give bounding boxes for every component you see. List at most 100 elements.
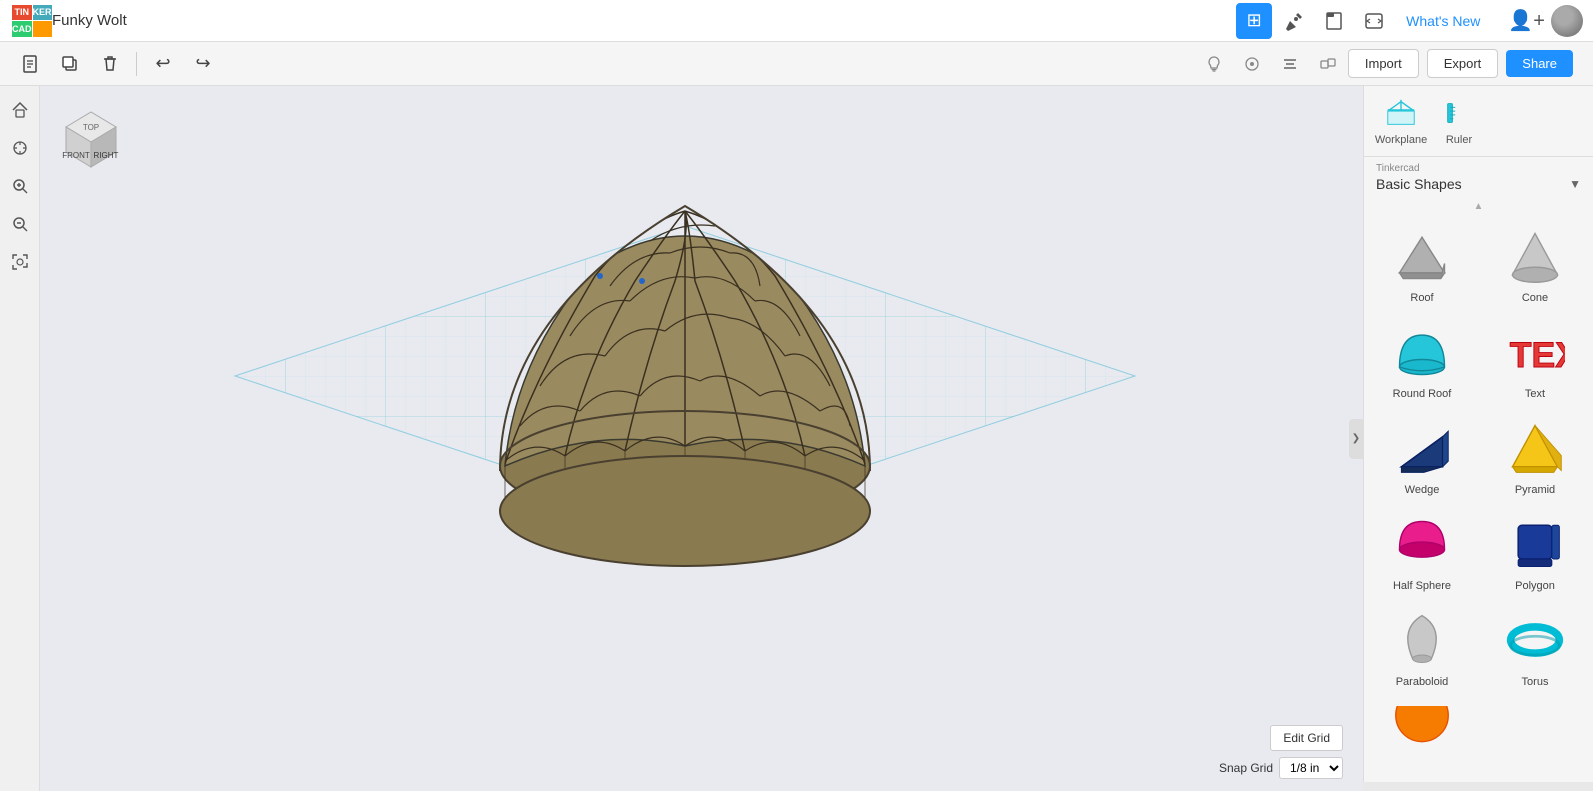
shape-img-torus bbox=[1503, 608, 1567, 672]
logo-cell-ker: KER bbox=[33, 5, 52, 21]
ruler-label: Ruler bbox=[1446, 134, 1472, 146]
tools-btn[interactable] bbox=[1276, 3, 1312, 39]
delete-button[interactable] bbox=[92, 46, 128, 82]
shape-item-paraboloid[interactable]: Paraboloid bbox=[1372, 602, 1472, 694]
shape-item-torus[interactable]: Torus bbox=[1485, 602, 1585, 694]
share-button[interactable]: Share bbox=[1506, 50, 1573, 77]
shape-label-round-roof: Round Roof bbox=[1393, 388, 1452, 400]
shape-img-polygon bbox=[1503, 512, 1567, 576]
shape-img-pyramid bbox=[1503, 416, 1567, 480]
collapse-handle[interactable]: ❯ bbox=[1349, 419, 1363, 459]
svg-text:TEXT: TEXT bbox=[1510, 335, 1565, 375]
shapes-scroll-area[interactable]: Roof Cone bbox=[1364, 214, 1593, 782]
shape-item-roof[interactable]: Roof bbox=[1372, 218, 1472, 310]
workplane-button[interactable]: Workplane bbox=[1376, 96, 1426, 146]
shape-img-paraboloid bbox=[1390, 608, 1454, 672]
import-button[interactable]: Import bbox=[1348, 49, 1419, 78]
right-panel-wrapper: ❯ Workplane bbox=[1363, 86, 1593, 791]
shape-label-cone: Cone bbox=[1522, 292, 1548, 304]
scene-svg: tinkercad bbox=[40, 86, 1330, 791]
app-title: Funky Wolt bbox=[52, 12, 127, 29]
logo-cell-blank: CAD bbox=[12, 21, 32, 37]
left-panel bbox=[0, 86, 40, 791]
shape-item-text[interactable]: TEXT Text bbox=[1485, 314, 1585, 406]
scroll-up-indicator[interactable]: ▲ bbox=[1364, 198, 1593, 214]
logo-area: TIN KER CAD Funky Wolt bbox=[0, 5, 180, 37]
shapes-row-4: Half Sphere Polygon bbox=[1372, 506, 1585, 598]
workplane-label: Workplane bbox=[1375, 134, 1427, 146]
category-select-button[interactable]: Basic Shapes ▼ bbox=[1376, 176, 1581, 192]
panel-tools: Workplane Ruler bbox=[1364, 86, 1593, 157]
category-brand: Tinkercad bbox=[1376, 163, 1581, 174]
nav-icons: ⊞ What's New bbox=[1228, 3, 1498, 39]
shape-label-text: Text bbox=[1525, 388, 1545, 400]
whats-new-btn[interactable]: What's New bbox=[1396, 13, 1490, 29]
shapes-row-3: Wedge Pyramid bbox=[1372, 410, 1585, 502]
toolbar-right bbox=[1198, 48, 1344, 80]
shape-item-half-sphere[interactable]: Half Sphere bbox=[1372, 506, 1472, 598]
shape-img-half-sphere bbox=[1390, 512, 1454, 576]
shape-img-roof bbox=[1390, 224, 1454, 288]
dropdown-arrow-icon: ▼ bbox=[1569, 177, 1581, 191]
user-icon-area: 👤+ bbox=[1498, 5, 1593, 37]
shape-label-torus: Torus bbox=[1522, 676, 1549, 688]
redo-button[interactable]: ↪ bbox=[185, 46, 221, 82]
main-content: TOP FRONT RIGHT bbox=[0, 86, 1593, 791]
code-btn[interactable] bbox=[1356, 3, 1392, 39]
shape-item-extra[interactable] bbox=[1372, 698, 1472, 774]
shape-img-round-roof bbox=[1390, 320, 1454, 384]
shapes-row-5: Paraboloid Torus bbox=[1372, 602, 1585, 694]
shape-img-extra bbox=[1390, 704, 1454, 768]
handle-dot bbox=[597, 273, 603, 279]
new-file-button[interactable] bbox=[12, 46, 48, 82]
shape-item-cone[interactable]: Cone bbox=[1485, 218, 1585, 310]
edit-grid-button[interactable]: Edit Grid bbox=[1270, 725, 1343, 751]
snap-grid-area: Snap Grid 1/8 in 1/4 in 1/2 in 1 in bbox=[1219, 757, 1343, 779]
shapes-row-2: Round Roof TEXT Text bbox=[1372, 314, 1585, 406]
lightbulb-icon[interactable] bbox=[1198, 48, 1230, 80]
shapes-row-1: Roof Cone bbox=[1372, 218, 1585, 310]
shape-item-polygon[interactable]: Polygon bbox=[1485, 506, 1585, 598]
shape-label-roof: Roof bbox=[1410, 292, 1433, 304]
shape-item-wedge[interactable]: Wedge bbox=[1372, 410, 1472, 502]
snap-grid-select[interactable]: 1/8 in 1/4 in 1/2 in 1 in bbox=[1279, 757, 1343, 779]
viewport[interactable]: TOP FRONT RIGHT bbox=[40, 86, 1363, 791]
shapes-row-6 bbox=[1372, 698, 1585, 774]
dome-shape bbox=[500, 206, 870, 566]
export-button[interactable]: Export bbox=[1427, 49, 1499, 78]
shape-label-paraboloid: Paraboloid bbox=[1396, 676, 1449, 688]
right-panel: Workplane Ruler Tinkercad B bbox=[1363, 86, 1593, 782]
duplicate-button[interactable] bbox=[52, 46, 88, 82]
grid-view-btn[interactable]: ⊞ bbox=[1236, 3, 1272, 39]
snap-grid-label: Snap Grid bbox=[1219, 761, 1273, 775]
shape-label-polygon: Polygon bbox=[1515, 580, 1555, 592]
toolbar: ↩ ↪ Imp bbox=[0, 42, 1593, 86]
rotate-view-button[interactable] bbox=[4, 132, 36, 164]
shape-label-half-sphere: Half Sphere bbox=[1393, 580, 1451, 592]
shape-icon[interactable] bbox=[1236, 48, 1268, 80]
undo-button[interactable]: ↩ bbox=[145, 46, 181, 82]
shapes-category: Tinkercad Basic Shapes ▼ bbox=[1364, 157, 1593, 198]
avatar[interactable] bbox=[1551, 5, 1583, 37]
add-user-icon[interactable]: 👤+ bbox=[1508, 8, 1545, 33]
align-icon[interactable] bbox=[1274, 48, 1306, 80]
files-btn[interactable] bbox=[1316, 3, 1352, 39]
ruler-button[interactable]: Ruler bbox=[1434, 96, 1484, 146]
shape-img-text: TEXT bbox=[1503, 320, 1567, 384]
group-icon[interactable] bbox=[1312, 48, 1344, 80]
category-name: Basic Shapes bbox=[1376, 176, 1462, 192]
handle-dot bbox=[639, 278, 645, 284]
shape-item-round-roof[interactable]: Round Roof bbox=[1372, 314, 1472, 406]
import-export-share: Import Export Share bbox=[1348, 49, 1581, 78]
scene-container: tinkercad bbox=[40, 86, 1363, 791]
home-view-button[interactable] bbox=[4, 94, 36, 126]
top-nav: TIN KER CAD Funky Wolt ⊞ What bbox=[0, 0, 1593, 42]
zoom-in-button[interactable] bbox=[4, 170, 36, 202]
zoom-out-button[interactable] bbox=[4, 208, 36, 240]
fit-view-button[interactable] bbox=[4, 246, 36, 278]
shape-label-pyramid: Pyramid bbox=[1515, 484, 1555, 496]
shape-img-wedge bbox=[1390, 416, 1454, 480]
logo-cell-cad bbox=[33, 21, 52, 37]
shape-item-pyramid[interactable]: Pyramid bbox=[1485, 410, 1585, 502]
logo-cell-tin: TIN bbox=[12, 5, 32, 21]
